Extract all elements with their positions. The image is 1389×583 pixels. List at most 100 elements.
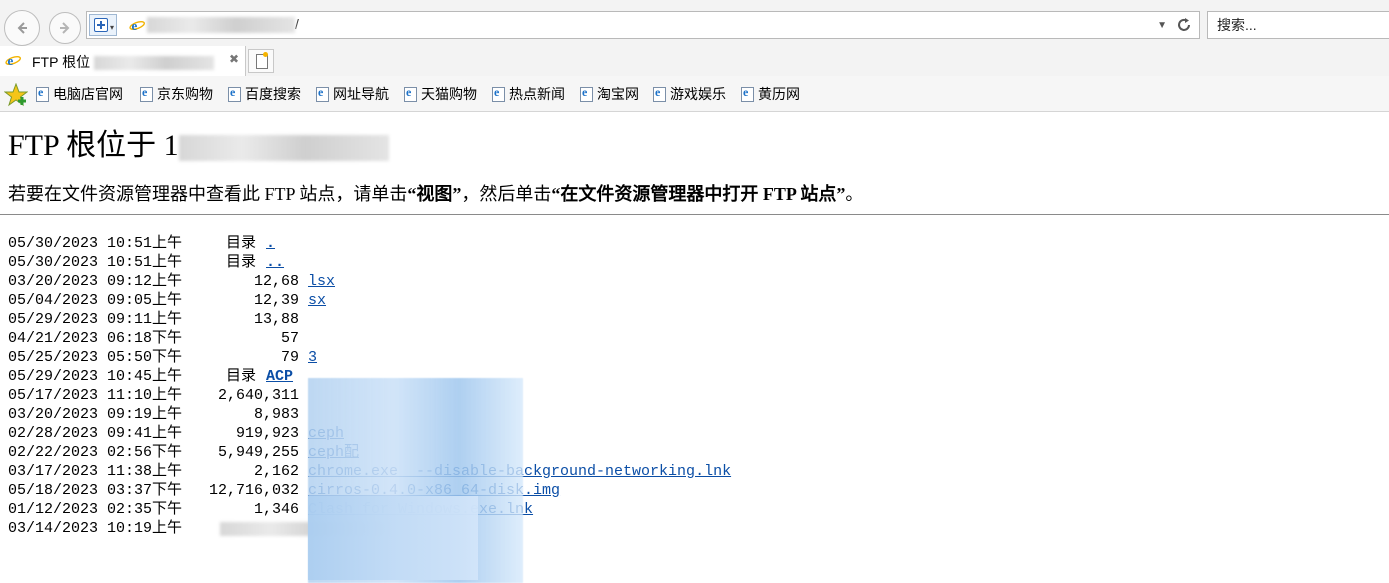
redacted-ip <box>178 135 389 162</box>
row-date: 02/22/2023 02:56下午 <box>8 444 183 461</box>
row-link[interactable]: lsx <box>308 272 335 291</box>
row-directory-label: 目录 <box>226 254 257 271</box>
fav-item[interactable]: 百度搜索 <box>228 84 301 104</box>
fav-item[interactable]: 黄历网 <box>741 84 800 104</box>
row-size: 12,716,032 <box>208 482 299 499</box>
row-date: 01/12/2023 02:35下午 <box>8 501 183 518</box>
redacted-host <box>147 17 295 34</box>
tab-ftp-root[interactable]: e FTP 根位 ✖ <box>0 46 246 76</box>
new-tab-button[interactable] <box>248 49 274 73</box>
ie-tab-icon: e <box>5 53 21 68</box>
redacted-region <box>308 496 478 580</box>
row-date: 03/17/2023 11:38上午 <box>8 463 183 480</box>
row-date: 05/25/2023 05:50下午 <box>8 349 183 366</box>
favorites-star-icon[interactable] <box>4 83 28 107</box>
fav-label: 游戏娱乐 <box>670 86 726 102</box>
fav-item[interactable]: 网址导航 <box>316 84 389 104</box>
row-date: 05/04/2023 09:05上午 <box>8 292 183 309</box>
page-icon <box>404 85 417 102</box>
tab-bar: e FTP 根位 ✖ <box>0 46 1389 76</box>
fav-item[interactable]: 京东购物 <box>140 84 213 104</box>
fav-item[interactable]: 热点新闻 <box>492 84 565 104</box>
instruction-suffix: 。 <box>845 184 864 204</box>
row-link[interactable]: 3 <box>308 348 317 367</box>
instruction-middle: ，然后单击 <box>461 184 552 204</box>
row-date: 05/30/2023 10:51上午 <box>8 254 183 271</box>
fav-label: 京东购物 <box>157 86 213 102</box>
row-size: 12,39 <box>253 292 299 309</box>
row-size: 1,346 <box>253 501 299 518</box>
tab-title: FTP 根位 <box>32 52 215 72</box>
fav-item[interactable]: 游戏娱乐 <box>653 84 726 104</box>
fav-label: 淘宝网 <box>597 86 639 102</box>
page-icon <box>140 85 153 102</box>
fav-item[interactable]: 淘宝网 <box>580 84 639 104</box>
search-input[interactable]: 搜索... <box>1207 11 1389 39</box>
close-tab-icon[interactable]: ✖ <box>229 52 239 66</box>
row-size: 2,640,311 <box>217 387 299 404</box>
row-directory-label: 目录 <box>226 368 257 385</box>
forward-arrow-icon <box>60 22 70 34</box>
row-size: 13,88 <box>253 311 299 328</box>
page-icon <box>492 85 505 102</box>
row-link[interactable]: .. <box>266 253 284 272</box>
row-date: 05/29/2023 10:45上午 <box>8 368 183 385</box>
page-title: FTP 根位于 1 <box>8 120 389 164</box>
instruction-prefix: 若要在文件资源管理器中查看此 FTP 站点，请单击 <box>8 184 408 204</box>
fav-item[interactable]: 天猫购物 <box>404 84 477 104</box>
security-button[interactable]: ▾ <box>89 14 117 36</box>
fav-label: 电脑店官网 <box>53 86 123 102</box>
url-field[interactable]: ▾ e / ▼ <box>86 11 1200 39</box>
page-icon <box>316 85 329 102</box>
instruction-view: “视图” <box>407 184 462 204</box>
favorites-bar: 电脑店官网 京东购物 百度搜索 网址导航 天猫购物 热点新闻 淘宝网 游戏娱乐 … <box>0 76 1389 112</box>
page-icon <box>741 85 754 102</box>
address-bar: ▾ e / ▼ 搜索... <box>0 0 1389 50</box>
row-size: 8,983 <box>253 406 299 423</box>
url-dropdown-icon[interactable]: ▼ <box>1157 20 1167 31</box>
row-size: 79 <box>280 349 299 366</box>
row-link[interactable]: ACP <box>266 367 293 386</box>
svg-text:e: e <box>132 18 138 33</box>
page-icon <box>228 85 241 102</box>
row-size: 2,162 <box>253 463 299 480</box>
row-date: 05/29/2023 09:11上午 <box>8 311 183 328</box>
page-icon <box>36 85 49 102</box>
refresh-icon[interactable] <box>1175 16 1193 34</box>
row-date: 05/18/2023 03:37下午 <box>8 482 183 499</box>
page-icon <box>653 85 666 102</box>
fav-label: 网址导航 <box>333 86 389 102</box>
svg-text:e: e <box>8 53 14 68</box>
url-text: / <box>147 16 299 34</box>
row-date: 05/17/2023 11:10上午 <box>8 387 183 404</box>
row-date: 03/20/2023 09:19上午 <box>8 406 183 423</box>
row-date: 04/21/2023 06:18下午 <box>8 330 183 347</box>
row-directory-label: 目录 <box>226 235 257 252</box>
row-date: 03/20/2023 09:12上午 <box>8 273 183 290</box>
back-button[interactable] <box>4 10 40 46</box>
row-link[interactable]: sx <box>308 291 326 310</box>
fav-label: 百度搜索 <box>245 86 301 102</box>
shield-plus-icon <box>94 18 108 32</box>
back-arrow-icon <box>17 22 27 34</box>
url-suffix: / <box>295 16 299 32</box>
fav-item[interactable]: 电脑店官网 <box>36 84 123 104</box>
row-date: 05/30/2023 10:51上午 <box>8 235 183 252</box>
tab-title-text: FTP 根位 <box>32 54 91 70</box>
ie-page-icon: e <box>129 18 145 33</box>
page-title-text: FTP 根位于 1 <box>8 129 179 162</box>
row-link[interactable]: . <box>266 234 275 253</box>
row-date: 02/28/2023 09:41上午 <box>8 425 183 442</box>
divider <box>0 214 1389 215</box>
fav-label: 天猫购物 <box>421 86 477 102</box>
instruction-open: “在文件资源管理器中打开 FTP 站点” <box>551 184 846 204</box>
forward-button[interactable] <box>49 12 81 44</box>
redacted-title <box>94 56 215 71</box>
page-content: FTP 根位于 1 若要在文件资源管理器中查看此 FTP 站点，请单击“视图”，… <box>0 112 1389 583</box>
page-icon <box>580 85 593 102</box>
fav-label: 黄历网 <box>758 86 800 102</box>
chevron-down-icon: ▾ <box>109 23 114 32</box>
row-size: 57 <box>280 330 299 347</box>
row-date: 03/14/2023 10:19上午 <box>8 520 183 537</box>
row-size: 12,68 <box>253 273 299 290</box>
